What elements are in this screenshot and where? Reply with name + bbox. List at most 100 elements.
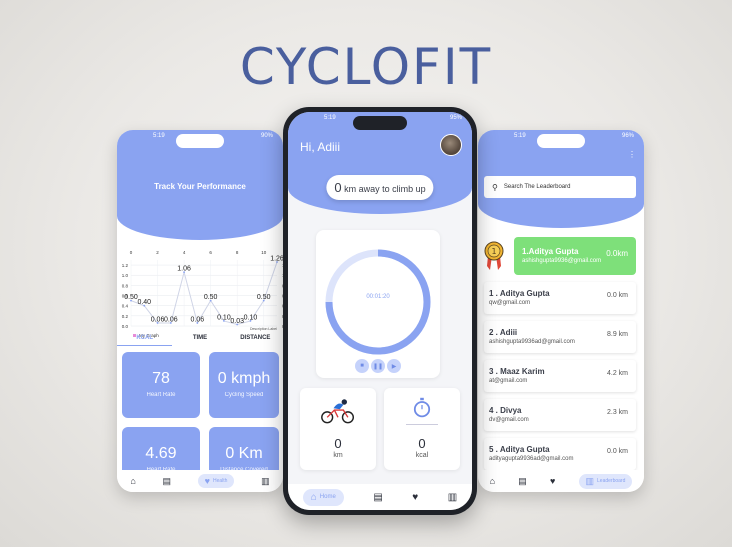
stat-value: 0 Km [225, 445, 263, 462]
data-label: 0.50 [257, 294, 271, 301]
tab-distance[interactable]: DISTANCE [228, 332, 283, 346]
chat-icon[interactable]: ▤ [518, 476, 527, 487]
x-tick-label: 6 [209, 250, 212, 255]
top-rank-card[interactable]: 1.Aditya Gupta ashishgupta9936@gmail.com… [514, 237, 636, 275]
calories-value: 0 [418, 436, 426, 451]
tab-time[interactable]: TIME [172, 332, 227, 346]
leaderboard-icon: ▥ [585, 475, 595, 486]
status-time: 5:19 [514, 133, 526, 139]
more-menu-icon[interactable]: ⋮ [628, 150, 636, 159]
divider [406, 424, 438, 425]
leaderboard-icon[interactable]: ▥ [448, 492, 457, 503]
y-tick-label: 1.2 [122, 263, 129, 268]
chat-icon[interactable]: ▤ [373, 492, 382, 503]
data-label: 0.50 [124, 294, 138, 301]
stat-value: 78 [152, 370, 170, 387]
x-tick-label: 8 [236, 250, 239, 255]
data-label: 0.10 [217, 314, 231, 321]
tab-kcal[interactable]: KCAL [117, 332, 173, 346]
pause-button[interactable]: ❚❚ [371, 359, 385, 373]
row-distance: 8.9 km [606, 331, 628, 338]
cycling-speed-card[interactable]: 0 kmph Cycling Speed [209, 352, 279, 418]
leaderboard-row[interactable]: 2 . Adiii ashishgupta9936ad@gmail.com 8.… [484, 321, 636, 353]
home-screen: 5:19 95% Hi, Adiii 0 km away to climb up… [288, 112, 472, 510]
nav-home[interactable]: ⌂ Home [302, 488, 344, 506]
climb-text: km away to climb up [341, 184, 426, 194]
leaderboard-icon[interactable]: ▥ [261, 476, 270, 487]
progress-ring [325, 249, 431, 355]
play-button[interactable]: ▶ [387, 359, 401, 373]
heart-rate-card[interactable]: 78 Heart Rate [122, 352, 200, 418]
calories-card: 0 kcal [384, 388, 460, 470]
x-tick-label: 4 [183, 250, 186, 255]
nav-health[interactable]: ♥ Health [197, 474, 235, 488]
nav-label: Home [319, 494, 336, 500]
performance-screen: 5:19 90% Track Your Performance 1.21.21.… [117, 130, 283, 492]
heart-icon[interactable]: ♥ [412, 492, 418, 503]
home-icon[interactable]: ⌂ [490, 476, 495, 486]
distance-value: 0 [334, 436, 342, 451]
greeting: Hi, Adiii [300, 140, 341, 154]
x-tick-label: 0 [130, 250, 133, 255]
y-tick-label: 0.8 [122, 283, 129, 288]
y-tick-label: 0.0 [122, 324, 129, 329]
data-label: 0.50 [204, 294, 218, 301]
row-distance: 0.0 km [606, 292, 628, 299]
calories-unit: kcal [415, 452, 429, 459]
timer-value: 00:01:20 [366, 294, 390, 300]
data-label: 0.40 [137, 299, 151, 306]
y-tick-label: 1.0 [122, 273, 129, 278]
avatar[interactable] [440, 134, 462, 156]
camera-notch [353, 116, 407, 130]
row-distance: 4.2 km [606, 370, 628, 377]
search-input[interactable]: ⚲ Search The Leaderboard [484, 176, 636, 198]
row-email: ashishgupta9936ad@gmail.com [489, 339, 575, 345]
nav-label: Leaderboard [597, 478, 626, 484]
row-distance: 2.3 km [606, 409, 628, 416]
stat-value: 4.69 [145, 445, 177, 462]
stat-label: Heart Rate [146, 392, 176, 398]
chat-icon[interactable]: ▤ [162, 476, 171, 487]
y-tick-label: 0.4 [122, 304, 129, 309]
status-battery: 90% [260, 133, 273, 139]
leaderboard-row[interactable]: 3 . Maaz Karim at@gmail.com 4.2 km [484, 360, 636, 392]
medal-icon: 1 [484, 241, 504, 270]
brand-title: CYCLOFIT [239, 38, 493, 96]
rank-distance: 0.0km [606, 249, 628, 258]
search-icon: ⚲ [492, 182, 498, 192]
stat-label: Cycling Speed [224, 392, 264, 398]
heart-icon: ♥ [204, 476, 210, 486]
bottom-nav: ⌂ Home ▤ ♥ ▥ [288, 484, 472, 510]
x-tick-label: 2 [156, 250, 159, 255]
nav-leaderboard[interactable]: ▥ Leaderboard [578, 473, 633, 489]
metric-tabs: KCAL TIME DISTANCE [117, 332, 283, 346]
distance-card: 0 km [300, 388, 376, 470]
status-time: 5:19 [324, 115, 336, 121]
leaderboard-row[interactable]: 4 . Divya dv@gmail.com 2.3 km [484, 399, 636, 431]
data-label: 1.06 [177, 266, 191, 273]
y-tick-label: 0.2 [122, 314, 129, 319]
status-time: 5:19 [153, 133, 165, 139]
status-bar: 5:19 96% [478, 133, 644, 141]
data-label: 0.06 [191, 316, 205, 323]
leaderboard-row[interactable]: 5 . Aditya Gupta adityagupta9936ad@gmail… [484, 438, 636, 470]
timer-card: 00:01:20 ■ ❚❚ ▶ [316, 230, 440, 378]
cyclist-icon [321, 399, 355, 424]
data-label: 0.10 [244, 314, 258, 321]
bottom-nav: ⌂ ▤ ♥ Health ▥ [117, 470, 283, 492]
status-battery: 96% [621, 133, 634, 139]
stopwatch-icon [413, 397, 431, 418]
leaderboard-row[interactable]: 1 . Aditya Gupta qw@gmail.com 0.0 km [484, 282, 636, 314]
rank-name: 1.Aditya Gupta [522, 247, 579, 256]
row-name: 3 . Maaz Karim [489, 367, 545, 376]
status-battery: 95% [449, 115, 462, 121]
row-email: dv@gmail.com [489, 417, 529, 423]
distance-unit: km [333, 452, 343, 459]
chart-annotation: Description Label [250, 327, 277, 331]
home-icon[interactable]: ⌂ [130, 476, 135, 486]
row-name: 2 . Adiii [489, 328, 518, 337]
stop-button[interactable]: ■ [355, 359, 369, 373]
heart-icon[interactable]: ♥ [550, 476, 555, 486]
row-name: 5 . Aditya Gupta [489, 445, 550, 454]
home-screen-device: 5:19 95% Hi, Adiii 0 km away to climb up… [283, 107, 477, 515]
